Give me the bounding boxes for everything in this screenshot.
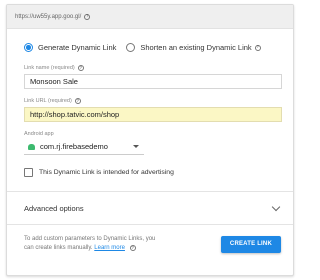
help-icon[interactable]: ? (77, 65, 84, 71)
advertising-checkbox-label: This Dynamic Link is intended for advert… (39, 169, 174, 176)
advertising-checkbox-row[interactable]: This Dynamic Link is intended for advert… (7, 168, 293, 177)
radio-shorten-existing-link[interactable]: Shorten an existing Dynamic Link ? (126, 43, 261, 52)
radio-label: Shorten an existing Dynamic Link (140, 43, 252, 52)
help-icon[interactable]: ? (84, 13, 91, 20)
learn-more-link[interactable]: Learn more (94, 245, 125, 251)
link-name-label-text: Link name (required) (24, 65, 75, 71)
footer-help-text: To add custom parameters to Dynamic Link… (24, 235, 174, 253)
android-app-select[interactable]: com.rj.firebasedemo (24, 139, 144, 155)
link-name-input[interactable]: Monsoon Sale (24, 74, 282, 89)
link-type-radio-group: Generate Dynamic Link Shorten an existin… (7, 29, 293, 52)
link-url-label-text: Link URL (required) (24, 98, 72, 104)
chevron-down-icon[interactable] (271, 202, 281, 211)
help-icon[interactable]: ? (129, 245, 136, 252)
radio-generate-dynamic-link[interactable]: Generate Dynamic Link (24, 43, 116, 52)
advertising-checkbox[interactable] (24, 168, 33, 177)
android-icon (28, 143, 35, 150)
android-app-label-text: Android app (24, 131, 54, 137)
create-link-button[interactable]: CREATE LINK (220, 235, 281, 253)
url-text: https://uw55y.app.goo.gl/ (15, 13, 82, 20)
footer-text-line1: To add custom parameters to Dynamic Link… (24, 236, 156, 242)
link-url-value: http://shop.tatvic.com/shop (30, 110, 120, 119)
help-icon[interactable]: ? (254, 44, 261, 51)
link-url-input[interactable]: http://shop.tatvic.com/shop (24, 107, 282, 122)
dynamic-link-card: https://uw55y.app.goo.gl/ ? Generate Dyn… (6, 4, 294, 276)
android-app-value: com.rj.firebasedemo (40, 142, 108, 151)
link-name-value: Monsoon Sale (30, 77, 78, 86)
radio-selected-icon[interactable] (24, 43, 33, 52)
advanced-options-toggle[interactable]: Advanced options (7, 192, 293, 224)
footer-text-line2: can create links manually. (24, 245, 93, 251)
url-bar: https://uw55y.app.goo.gl/ ? (7, 5, 293, 29)
help-icon[interactable]: ? (74, 98, 81, 104)
dropdown-caret-icon[interactable] (133, 145, 139, 148)
advanced-options-label: Advanced options (24, 203, 84, 213)
footer: To add custom parameters to Dynamic Link… (7, 225, 293, 253)
radio-unselected-icon[interactable] (126, 43, 136, 52)
radio-label: Generate Dynamic Link (38, 43, 117, 52)
